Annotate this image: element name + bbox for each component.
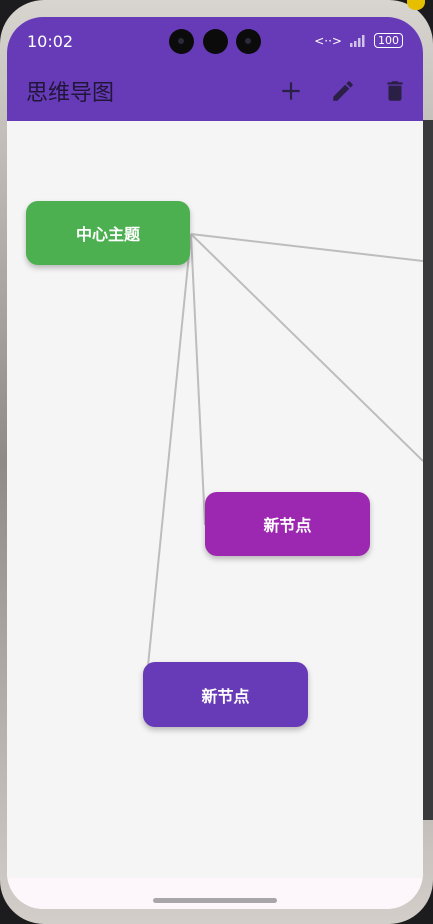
add-button[interactable] (278, 78, 304, 104)
app-title: 思维导图 (26, 81, 115, 106)
mind-map-canvas[interactable]: 中心主题 新节点 新节点 (7, 121, 423, 878)
status-bar: 10:02 <··> 100 (7, 17, 423, 63)
camera-lens (236, 29, 261, 54)
device-frame: 10:02 <··> 100 思维导图 中心主题 新节点 新节点 (0, 0, 433, 924)
node-label: 新节点 (201, 686, 250, 706)
node-label: 中心主题 (75, 225, 140, 244)
edit-button[interactable] (330, 78, 356, 104)
mind-map-node-center[interactable]: 中心主题 (26, 201, 190, 265)
mind-map-node[interactable]: 新节点 (205, 492, 370, 556)
node-label: 新节点 (263, 516, 312, 535)
mind-map-node[interactable]: 新节点 (143, 662, 308, 727)
status-icons: <··> 100 (314, 33, 403, 48)
camera-lens (169, 29, 194, 54)
link-line (190, 233, 423, 262)
navigation-bar (7, 878, 423, 909)
corner-badge (407, 0, 425, 10)
camera-lens (203, 29, 228, 54)
data-transfer-icon: <··> (314, 33, 342, 48)
link-line (144, 233, 192, 697)
link-line (190, 233, 423, 462)
battery-icon: 100 (374, 33, 403, 48)
phone-screen: 10:02 <··> 100 思维导图 中心主题 新节点 新节点 (7, 17, 423, 909)
delete-button[interactable] (382, 78, 408, 104)
home-indicator[interactable] (153, 898, 277, 903)
status-time: 10:02 (27, 32, 74, 51)
link-line (190, 233, 206, 526)
app-bar: 思维导图 (7, 63, 423, 121)
background-window-edge (423, 120, 433, 820)
signal-icon (350, 34, 365, 47)
